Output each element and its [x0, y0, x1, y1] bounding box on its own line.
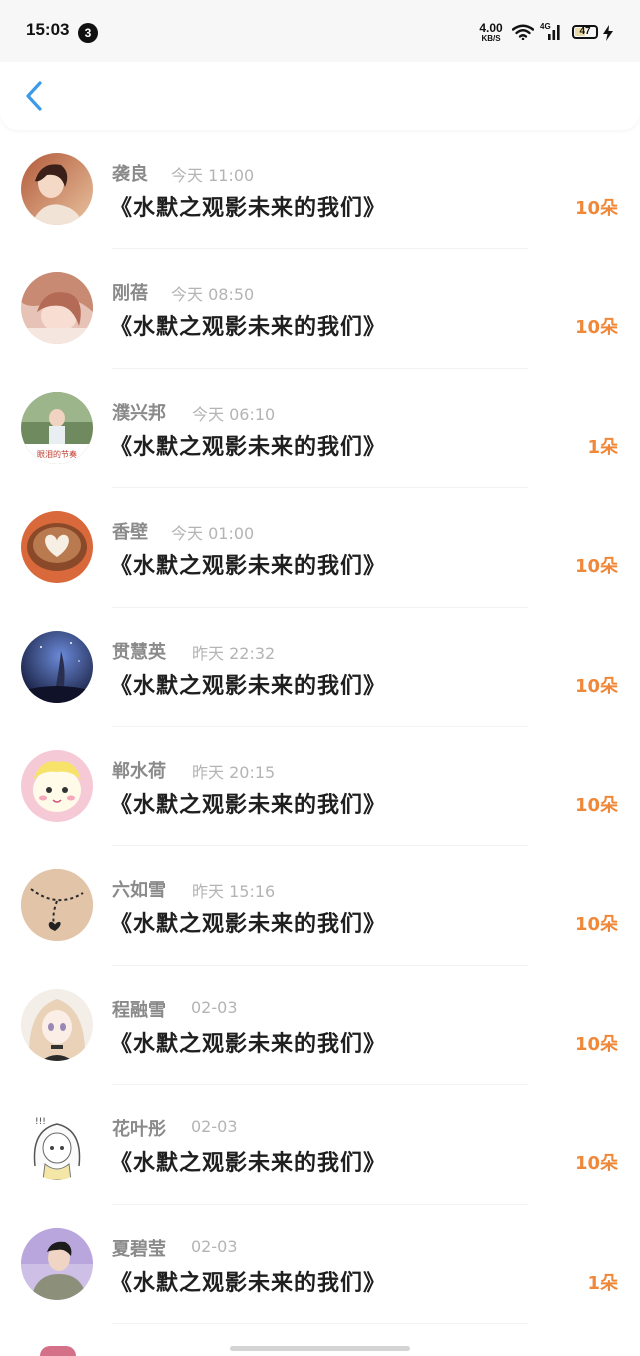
gift-time: 昨天 22:32 — [192, 643, 276, 663]
charging-bolt-icon — [602, 25, 614, 45]
list-item[interactable]: 六如雪 昨天 15:16 《水默之观影未来的我们》 10朵 — [0, 846, 640, 966]
gift-amount: 1朵 — [587, 436, 618, 458]
gift-amount: 10朵 — [574, 675, 618, 697]
network-speed: 4.00 KB/S — [476, 22, 506, 43]
avatar[interactable]: !!! — [21, 1108, 93, 1181]
list-item[interactable]: 贯慧英 昨天 22:32 《水默之观影未来的我们》 10朵 — [0, 608, 640, 727]
book-title: 《水默之观影未来的我们》 — [110, 792, 387, 818]
gift-time: 今天 08:50 — [171, 285, 255, 305]
sender-name: 袭良 — [112, 164, 148, 185]
book-title: 《水默之观影未来的我们》 — [110, 1031, 387, 1057]
gift-amount: 1朵 — [587, 1272, 618, 1294]
network-speed-value: 4.00 — [479, 21, 503, 35]
nav-header — [0, 62, 640, 130]
book-title: 《水默之观影未来的我们》 — [110, 912, 387, 938]
list-item[interactable]: 郸水荷 昨天 20:15 《水默之观影未来的我们》 10朵 — [0, 727, 640, 847]
avatar[interactable] — [21, 153, 93, 225]
avatar[interactable] — [21, 1227, 93, 1300]
battery-percent: 47 — [579, 26, 591, 37]
list-item[interactable]: 袭良 今天 11:00 《水默之观影未来的我们》 10朵 — [0, 130, 640, 250]
avatar[interactable]: 眼泪的节奏 — [21, 391, 93, 464]
gift-time: 今天 01:00 — [171, 524, 255, 544]
list-item[interactable]: 程融雪 02-03 《水默之观影未来的我们》 10朵 — [0, 966, 640, 1086]
gift-amount: 10朵 — [574, 556, 618, 578]
status-time: 15:03 — [26, 20, 70, 39]
gift-amount: 10朵 — [574, 317, 618, 339]
svg-text:!!!: !!! — [35, 1117, 46, 1127]
chevron-left-icon — [26, 81, 42, 111]
gift-amount: 10朵 — [574, 1033, 618, 1055]
gift-time: 02-03 — [191, 1117, 238, 1137]
wifi-icon — [511, 24, 535, 44]
book-title: 《水默之观影未来的我们》 — [110, 554, 387, 580]
gift-time: 今天 11:00 — [171, 166, 255, 185]
sender-name: 程融雪 — [112, 999, 166, 1021]
divider — [112, 1322, 528, 1324]
gift-amount: 10朵 — [574, 794, 618, 816]
avatar[interactable] — [21, 272, 93, 345]
gift-time: 昨天 20:15 — [192, 762, 276, 782]
avatar[interactable] — [21, 749, 93, 822]
book-title: 《水默之观影未来的我们》 — [110, 315, 387, 341]
avatar[interactable] — [21, 869, 93, 942]
gift-amount: 10朵 — [574, 1153, 618, 1175]
gift-time: 02-03 — [191, 1236, 238, 1256]
sender-name: 香壁 — [112, 522, 148, 544]
book-title: 《水默之观影未来的我们》 — [110, 196, 387, 221]
gift-time: 今天 06:10 — [192, 404, 276, 424]
list-item[interactable]: !!! 花叶彤 02-03 《水默之观影未来的我们》 10朵 — [0, 1085, 640, 1205]
book-title: 《水默之观影未来的我们》 — [110, 673, 387, 699]
book-title: 《水默之观影未来的我们》 — [110, 1270, 387, 1296]
avatar[interactable] — [21, 511, 93, 584]
list-item[interactable]: 夏碧莹 02-03 《水默之观影未来的我们》 1朵 — [0, 1205, 640, 1324]
next-item-avatar-peek — [40, 1346, 76, 1356]
list-item[interactable]: 香壁 今天 01:00 《水默之观影未来的我们》 10朵 — [0, 488, 640, 608]
sender-name: 刚蓓 — [112, 283, 148, 305]
svg-text:眼泪的节奏: 眼泪的节奏 — [37, 449, 77, 459]
list-item[interactable]: 刚蓓 今天 08:50 《水默之观影未来的我们》 10朵 — [0, 249, 640, 369]
status-bar: 15:03 3 4.00 KB/S 4G 47 — [0, 0, 640, 62]
sender-name: 六如雪 — [112, 880, 166, 902]
gift-time: 昨天 15:16 — [192, 882, 276, 902]
battery-icon: 47 — [572, 25, 598, 39]
list-item[interactable]: 眼泪的节奏 濮兴邦 今天 06:10 《水默之观影未来的我们》 1朵 — [0, 369, 640, 489]
notification-badge: 3 — [78, 23, 98, 43]
gift-amount: 10朵 — [574, 914, 618, 936]
sender-name: 花叶彤 — [112, 1119, 166, 1141]
book-title: 《水默之观影未来的我们》 — [110, 1151, 387, 1177]
back-button[interactable] — [18, 76, 52, 116]
gift-record-list: 袭良 今天 11:00 《水默之观影未来的我们》 10朵 刚蓓 今天 08:50… — [0, 130, 640, 1324]
sender-name: 贯慧英 — [112, 641, 166, 663]
gift-time: 02-03 — [191, 997, 238, 1017]
avatar[interactable] — [21, 988, 93, 1061]
home-indicator[interactable] — [230, 1346, 410, 1351]
book-title: 《水默之观影未来的我们》 — [110, 434, 387, 460]
cell-signal-icon — [539, 23, 563, 45]
gift-amount: 10朵 — [574, 198, 618, 219]
avatar[interactable] — [21, 630, 93, 703]
sender-name: 濮兴邦 — [112, 402, 166, 424]
sender-name: 郸水荷 — [112, 760, 166, 782]
sender-name: 夏碧莹 — [112, 1238, 166, 1260]
network-speed-unit: KB/S — [481, 34, 501, 43]
